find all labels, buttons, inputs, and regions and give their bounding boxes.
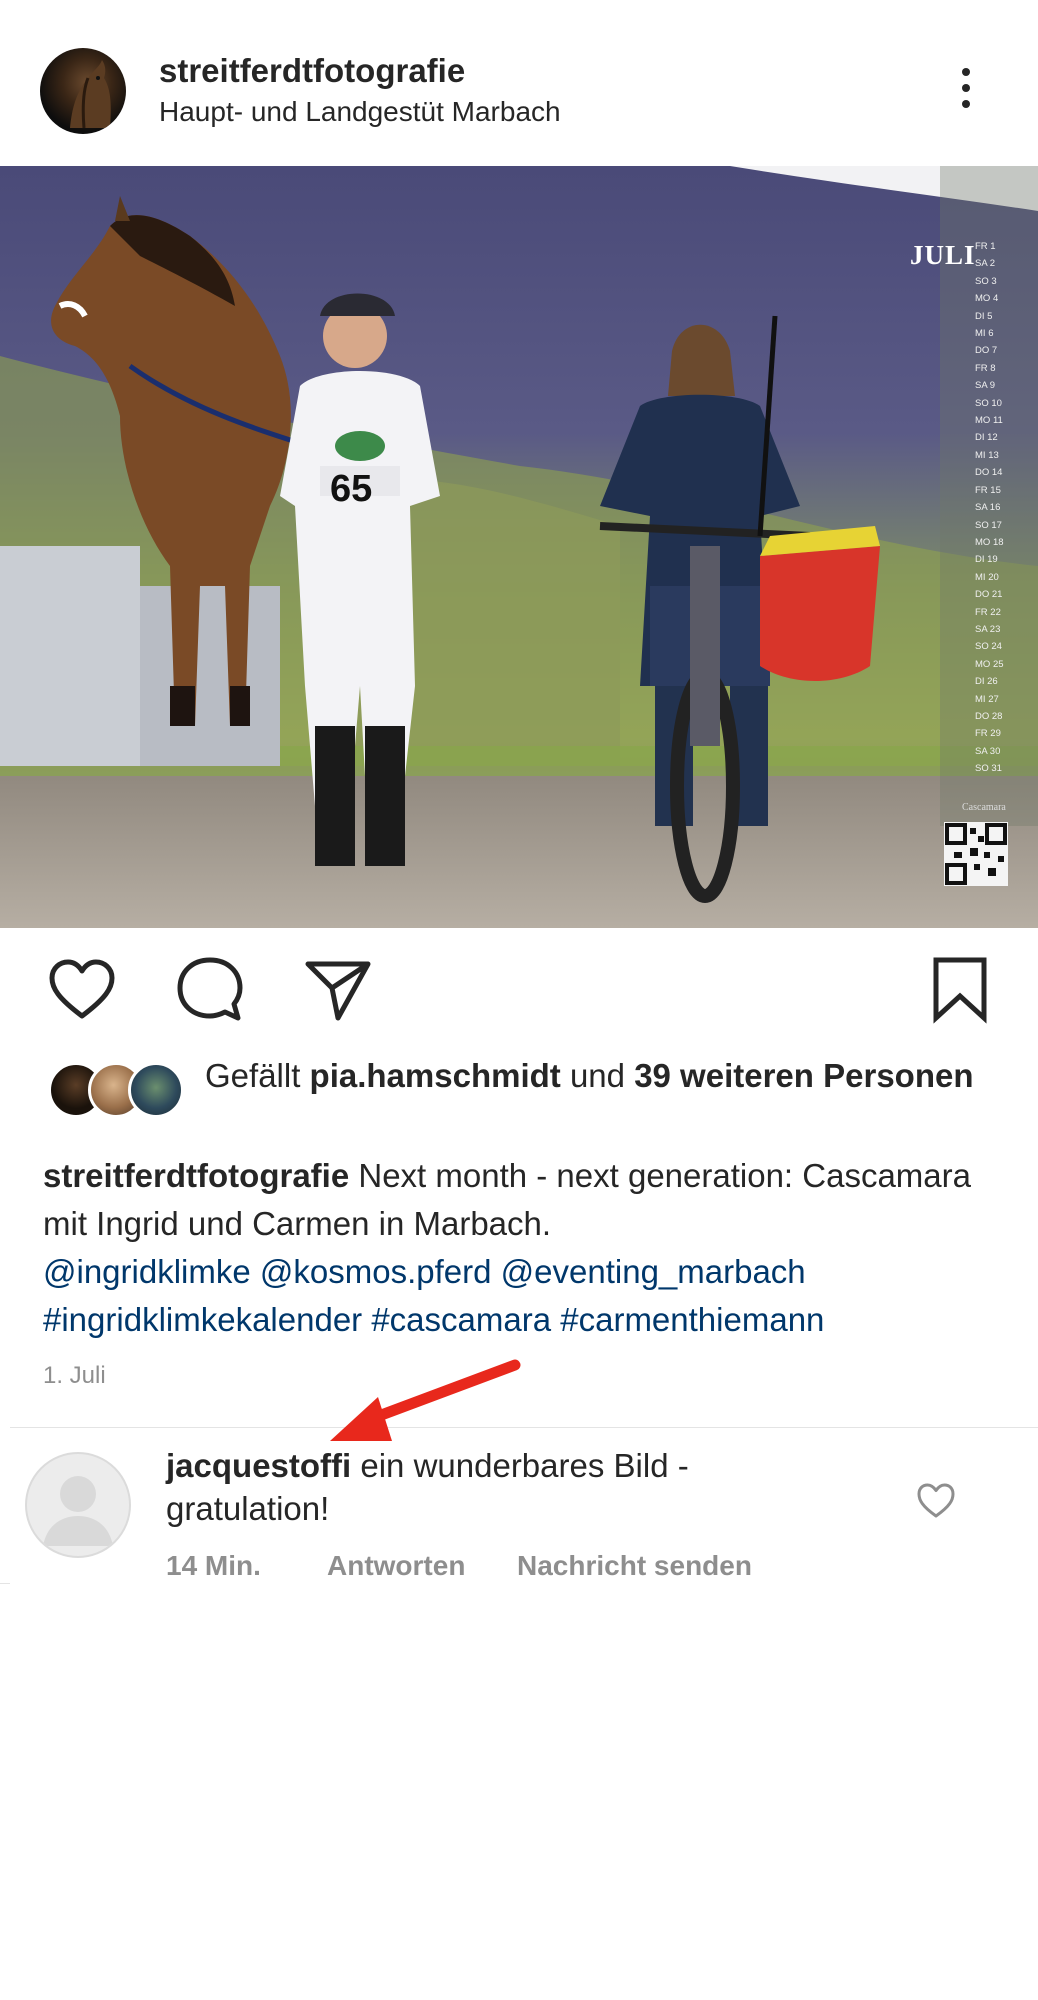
calendar-day: MI 13 xyxy=(975,449,999,461)
calendar-day: MI 20 xyxy=(975,571,999,583)
calendar-day: SO 17 xyxy=(975,519,1002,531)
calendar-day: DO 7 xyxy=(975,345,998,357)
calendar-day: FR 29 xyxy=(975,728,1001,740)
qr-code-icon xyxy=(944,822,1008,886)
mention-link[interactable]: @kosmos.pferd xyxy=(260,1253,492,1290)
post-header xyxy=(0,0,1038,165)
hashtag-link[interactable]: #carmenthiemann xyxy=(560,1301,824,1338)
comment-text: jacquestoffi ein wunderbares Bild - grat… xyxy=(166,1444,786,1530)
calendar-day: SA 16 xyxy=(975,502,1001,514)
calendar-day: DI 12 xyxy=(975,432,998,444)
likes-summary[interactable]: Gefällt pia.hamschmidt und 39 weiteren P… xyxy=(205,1054,1005,1097)
comment-avatar[interactable] xyxy=(25,1452,131,1558)
calendar-day: SO 3 xyxy=(975,275,997,287)
post-location[interactable]: Haupt- und Landgestüt Marbach xyxy=(159,96,561,128)
calendar-day: FR 8 xyxy=(975,362,996,374)
calendar-day: SO 10 xyxy=(975,397,1002,409)
likes-prefix: Gefällt xyxy=(205,1057,310,1094)
calendar-day: SA 30 xyxy=(975,745,1001,757)
calendar-day: MI 6 xyxy=(975,328,994,340)
calendar-day: FR 22 xyxy=(975,606,1001,618)
calendar-day: MO 18 xyxy=(975,536,1004,548)
comment-bubble-icon[interactable] xyxy=(174,954,246,1026)
post-caption: streitferdtfotografie Next month - next … xyxy=(43,1152,1003,1344)
liker-avatar xyxy=(128,1062,184,1118)
reply-button[interactable]: Antworten xyxy=(327,1550,465,1582)
calendar-month: JULI xyxy=(910,240,976,270)
calendar-day: MO 4 xyxy=(975,293,999,305)
paper-plane-icon[interactable] xyxy=(302,954,374,1026)
likes-user[interactable]: pia.hamschmidt xyxy=(310,1057,561,1094)
hashtag-link[interactable]: #ingridklimkekalender xyxy=(43,1301,362,1338)
calendar-day: FR 1 xyxy=(975,241,996,252)
post-photo[interactable]: 65 xyxy=(0,166,1038,928)
calendar-day: SA 2 xyxy=(975,258,996,270)
calendar-day: DO 21 xyxy=(975,589,1003,601)
heart-outline-icon[interactable] xyxy=(46,954,118,1026)
mention-link[interactable]: @eventing_marbach xyxy=(501,1253,806,1290)
divider xyxy=(0,1583,10,1584)
post-date: 1. Juli xyxy=(43,1362,106,1389)
calendar-photo-image: 65 xyxy=(0,166,1038,928)
post-username[interactable]: streitferdtfotografie xyxy=(159,52,465,90)
calendar-day: MO 11 xyxy=(975,415,1003,427)
calendar-day: DI 26 xyxy=(975,676,998,688)
more-vertical-icon[interactable] xyxy=(952,68,980,116)
small-heart-icon[interactable] xyxy=(915,1480,957,1522)
profile-avatar[interactable] xyxy=(40,48,126,134)
calendar-day: DO 28 xyxy=(975,710,1003,722)
calendar-day: SO 24 xyxy=(975,641,1002,653)
calendar-day: MO 25 xyxy=(975,658,1004,670)
comment-username[interactable]: jacquestoffi xyxy=(166,1447,351,1484)
calendar-day: SA 23 xyxy=(975,623,1001,635)
caption-username[interactable]: streitferdtfotografie xyxy=(43,1157,349,1194)
bookmark-icon[interactable] xyxy=(924,954,996,1026)
calendar-day: DO 14 xyxy=(975,467,1003,479)
default-user-icon xyxy=(43,1476,113,1546)
comment-time: 14 Min. xyxy=(166,1550,261,1581)
calendar-day: DI 19 xyxy=(975,554,998,566)
calendar-day: MI 27 xyxy=(975,693,999,705)
likes-middle: und xyxy=(560,1057,635,1094)
likes-count[interactable]: 39 weiteren Personen xyxy=(634,1057,973,1094)
bib-number: 65 xyxy=(330,468,372,510)
calendar-day: SA 9 xyxy=(975,380,996,392)
calendar-day: SO 31 xyxy=(975,763,1002,775)
horse-avatar-image xyxy=(70,60,111,129)
calendar-brand: Cascamara xyxy=(962,802,1006,813)
send-message-button[interactable]: Nachricht senden xyxy=(517,1550,752,1582)
calendar-day: FR 15 xyxy=(975,484,1001,496)
calendar-days-list: FR 1 SA 2 SO 3 MO 4 DI 5 MI 6 DO 7 FR 8 SA 9 SO 1… xyxy=(975,238,1035,778)
mention-link[interactable]: @ingridklimke xyxy=(43,1253,251,1290)
calendar-day: DI 5 xyxy=(975,310,993,322)
hashtag-link[interactable]: #cascamara xyxy=(371,1301,551,1338)
